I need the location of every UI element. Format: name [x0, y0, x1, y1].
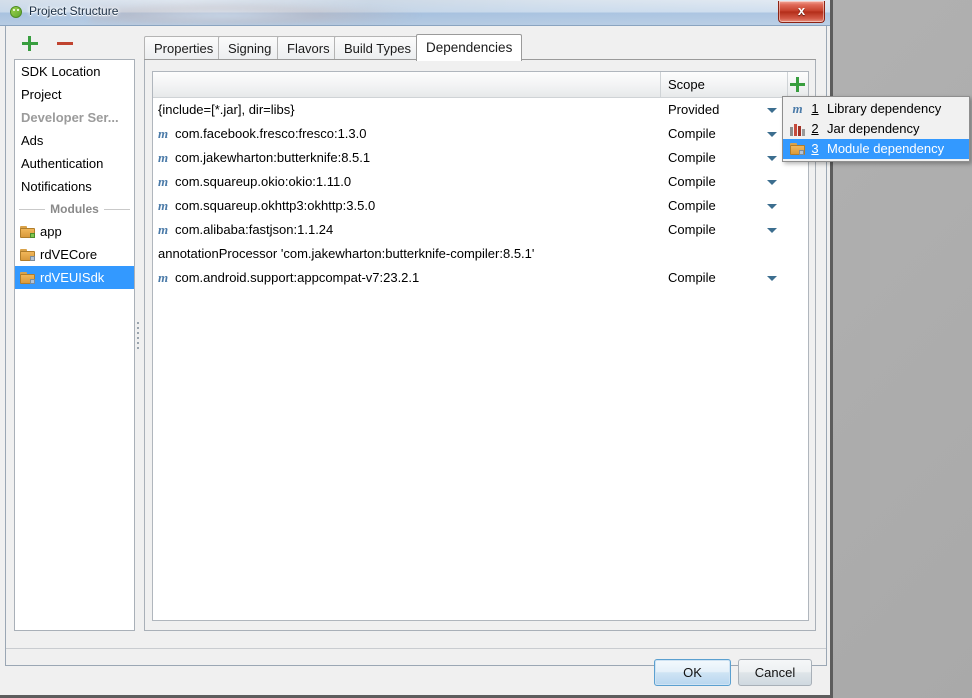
menu-mnemonic: 1: [811, 101, 819, 116]
maven-m-icon: m: [158, 270, 169, 285]
tab-dependencies[interactable]: Dependencies: [416, 34, 523, 61]
window-title: Project Structure: [29, 4, 119, 18]
sidebar-item-module-rdvecore[interactable]: rdVECore: [15, 243, 134, 266]
sidebar-item-developer-services: Developer Ser...: [21, 110, 119, 125]
menu-item-jar-dependency[interactable]: 2 Jar dependency: [783, 119, 969, 139]
tab-build-types[interactable]: Build Types: [334, 36, 421, 59]
dependency-name: com.squareup.okhttp3:okhttp:3.5.0: [175, 198, 376, 213]
add-dependency-button[interactable]: [788, 72, 808, 97]
sidebar-item-project[interactable]: Project: [15, 83, 134, 106]
menu-item-module-dependency[interactable]: 3 Module dependency: [783, 139, 969, 159]
menu-item-label: Library dependency: [827, 101, 942, 116]
dependency-name: {include=[*.jar], dir=libs}: [158, 102, 295, 117]
module-label: app: [40, 224, 62, 239]
menu-item-label: Module dependency: [827, 141, 945, 156]
maven-m-icon: m: [158, 198, 169, 213]
dependencies-panel: Scope {include=[*.jar], dir=libs} Provid…: [144, 60, 816, 631]
titlebar-glass-reflection: [90, 2, 420, 24]
module-library-icon: [20, 271, 36, 285]
sidebar-nav-list: SDK Location Project Developer Ser... Ad…: [14, 59, 135, 631]
table-row[interactable]: m com.alibaba:fastjson:1.1.24 Compile: [153, 218, 808, 242]
android-studio-icon: [8, 4, 24, 20]
tab-strip: Properties Signing Flavors Build Types D…: [144, 34, 816, 61]
table-row[interactable]: m com.squareup.okio:okio:1.11.0 Compile: [153, 170, 808, 194]
dependency-name: com.android.support:appcompat-v7:23.2.1: [175, 270, 420, 285]
button-bar-separator: [6, 648, 826, 649]
dependency-name-cell: m com.alibaba:fastjson:1.1.24: [158, 218, 658, 242]
sidebar-item-module-rdveuisdk[interactable]: rdVEUISdk: [15, 266, 134, 289]
add-module-button[interactable]: [20, 34, 40, 54]
modules-section-separator: Modules: [15, 198, 134, 220]
table-row[interactable]: m com.squareup.okhttp3:okhttp:3.5.0 Compi…: [153, 194, 808, 218]
table-row[interactable]: {include=[*.jar], dir=libs} Provided: [153, 98, 808, 122]
chevron-down-icon[interactable]: [767, 204, 777, 209]
chevron-down-icon[interactable]: [767, 108, 777, 113]
maven-m-icon: m: [158, 174, 169, 189]
menu-mnemonic: 3: [811, 141, 819, 156]
books-jar-icon: [790, 122, 805, 136]
tab-flavors[interactable]: Flavors: [277, 36, 340, 59]
table-body: {include=[*.jar], dir=libs} Provided m co…: [153, 98, 808, 620]
dependency-name-cell: m com.squareup.okhttp3:okhttp:3.5.0: [158, 194, 658, 218]
add-dependency-menu: m 1 Library dependency 2 Jar dependency …: [782, 96, 970, 162]
module-app-icon: [20, 225, 36, 239]
dependency-name: com.squareup.okio:okio:1.11.0: [175, 174, 352, 189]
remove-module-button[interactable]: [55, 34, 75, 54]
panel-splitter-handle[interactable]: [136, 320, 141, 360]
window-titlebar: Project Structure x: [0, 0, 830, 26]
module-library-icon: [20, 248, 36, 262]
table-row[interactable]: annotationProcessor 'com.jakewharton:but…: [153, 242, 808, 266]
dependency-name: com.facebook.fresco:fresco:1.3.0: [175, 126, 367, 141]
modules-separator-label: Modules: [45, 202, 104, 216]
maven-m-icon: m: [158, 222, 169, 237]
close-window-button[interactable]: x: [778, 1, 825, 23]
menu-mnemonic: 2: [811, 121, 819, 136]
maven-m-icon: m: [792, 101, 803, 116]
chevron-down-icon[interactable]: [767, 156, 777, 161]
ok-button[interactable]: OK: [654, 659, 731, 686]
chevron-down-icon[interactable]: [767, 228, 777, 233]
chevron-down-icon[interactable]: [767, 276, 777, 281]
maven-m-icon: m: [158, 150, 169, 165]
chevron-down-icon[interactable]: [767, 180, 777, 185]
sidebar-item-module-app[interactable]: app: [15, 220, 134, 243]
folder-module-icon: [790, 142, 805, 156]
chevron-down-icon[interactable]: [767, 132, 777, 137]
cancel-button[interactable]: Cancel: [738, 659, 812, 686]
table-row[interactable]: m com.android.support:appcompat-v7:23.2.1…: [153, 266, 808, 290]
table-header-row: Scope: [153, 72, 808, 98]
module-label: rdVECore: [40, 247, 98, 262]
tab-properties[interactable]: Properties: [144, 36, 224, 59]
sidebar-item-notifications[interactable]: Notifications: [15, 175, 134, 198]
table-row[interactable]: m com.jakewharton:butterknife:8.5.1 Compi…: [153, 146, 808, 170]
dependency-name: annotationProcessor 'com.jakewharton:but…: [158, 246, 535, 261]
menu-item-label: Jar dependency: [827, 121, 920, 136]
sidebar-item-authentication[interactable]: Authentication: [15, 152, 134, 175]
tab-signing[interactable]: Signing: [218, 36, 282, 59]
sidebar-item-ads[interactable]: Ads: [15, 129, 134, 152]
table-header-name[interactable]: [153, 72, 661, 97]
module-label: rdVEUISdk: [40, 270, 105, 285]
dependency-name-cell: m com.jakewharton:butterknife:8.5.1: [158, 146, 658, 170]
dependency-name-cell: m com.squareup.okio:okio:1.11.0: [158, 170, 658, 194]
sidebar-toolbar: [14, 34, 134, 56]
sidebar-item-sdk-location[interactable]: SDK Location: [15, 60, 134, 83]
project-structure-dialog: Project Structure x SDK Location Project…: [0, 0, 833, 698]
table-row[interactable]: m com.facebook.fresco:fresco:1.3.0 Compil…: [153, 122, 808, 146]
minus-icon: [57, 42, 73, 45]
dependency-name-cell: m com.android.support:appcompat-v7:23.2.1: [158, 266, 658, 290]
dependency-name: com.alibaba:fastjson:1.1.24: [175, 222, 334, 237]
close-icon: x: [797, 3, 806, 18]
menu-item-library-dependency[interactable]: m 1 Library dependency: [783, 99, 969, 119]
dependency-name: com.jakewharton:butterknife:8.5.1: [175, 150, 371, 165]
dependencies-table: Scope {include=[*.jar], dir=libs} Provid…: [152, 71, 809, 621]
dependency-name-cell: m com.facebook.fresco:fresco:1.3.0: [158, 122, 658, 146]
table-header-scope[interactable]: Scope: [661, 72, 788, 97]
maven-m-icon: m: [158, 126, 169, 141]
